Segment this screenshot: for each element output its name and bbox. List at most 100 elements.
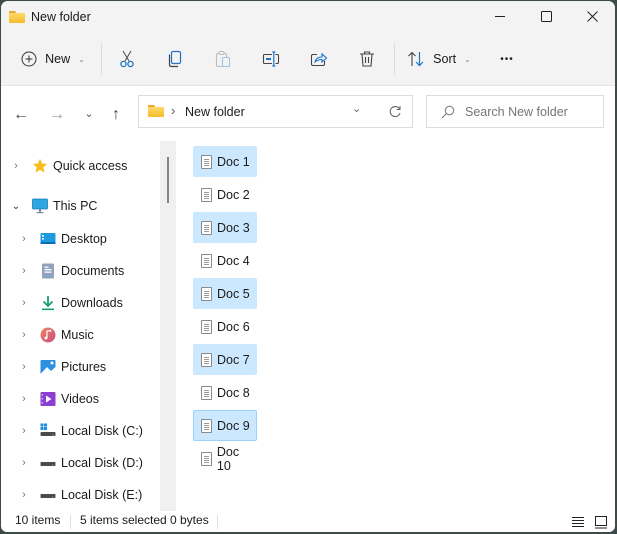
text-document-icon [201, 385, 212, 400]
refresh-icon[interactable] [388, 105, 402, 119]
rename-icon [262, 51, 280, 67]
status-bar: 10 items 5 items selected 0 bytes [1, 511, 615, 532]
command-bar: New ⌄ Sort ⌄ ••• [1, 41, 615, 77]
sidebar-label: This PC [53, 199, 98, 213]
drive-icon [40, 462, 56, 466]
details-view-icon[interactable] [571, 515, 585, 529]
copy-button[interactable] [161, 41, 189, 77]
pictures-icon [40, 360, 56, 374]
file-item[interactable]: Doc 5 [193, 278, 257, 309]
sidebar-item-local-disk-c[interactable]: › Local Disk (C:) [1, 419, 159, 443]
chevron-right-icon[interactable]: › [19, 451, 29, 475]
text-document-icon [201, 451, 212, 466]
file-name: Doc 2 [217, 187, 250, 202]
selection-size: 0 bytes [170, 513, 209, 527]
new-button[interactable]: New ⌄ [15, 41, 91, 77]
cut-button[interactable] [113, 41, 141, 77]
minimize-button[interactable] [477, 1, 523, 31]
file-item[interactable]: Doc 3 [193, 212, 257, 243]
more-options-button[interactable]: ••• [491, 41, 523, 77]
address-history-chevron-icon[interactable]: ⌄ [352, 102, 361, 115]
sidebar-item-quick-access[interactable]: › Quick access [1, 154, 159, 178]
status-divider [217, 515, 218, 529]
address-bar[interactable]: › New folder ⌄ [138, 95, 413, 128]
sidebar-item-desktop[interactable]: › Desktop [1, 227, 159, 251]
window-title-area: New folder [9, 8, 91, 26]
file-item[interactable]: Doc 10 [193, 443, 257, 474]
trash-icon [360, 51, 374, 67]
scrollbar-thumb[interactable] [167, 157, 169, 203]
chevron-down-icon: ⌄ [464, 54, 471, 64]
window-title: New folder [31, 10, 91, 24]
recent-locations-button[interactable]: ⌄ [77, 96, 101, 130]
chevron-right-icon[interactable]: › [19, 259, 29, 283]
sidebar-item-this-pc[interactable]: ⌄ This PC [1, 194, 159, 218]
text-document-icon [201, 154, 212, 169]
maximize-button[interactable] [523, 1, 569, 31]
close-button[interactable] [569, 1, 615, 31]
arrow-right-icon: → [49, 106, 65, 123]
sidebar-label: Local Disk (D:) [61, 456, 143, 470]
chevron-right-icon[interactable]: › [19, 227, 29, 251]
back-button[interactable]: ← [9, 98, 33, 132]
arrow-up-icon: ↑ [112, 106, 120, 123]
file-name: Doc 7 [217, 352, 250, 367]
large-icons-view-icon[interactable] [594, 515, 608, 529]
navigation-pane-scrollbar[interactable] [160, 141, 176, 511]
sidebar-label: Local Disk (C:) [61, 424, 143, 438]
chevron-right-icon[interactable]: › [19, 483, 29, 507]
file-name: Doc 4 [217, 253, 250, 268]
file-name: Doc 3 [217, 220, 250, 235]
up-button[interactable]: ↑ [104, 98, 128, 132]
file-item[interactable]: Doc 9 [193, 410, 257, 441]
file-item[interactable]: Doc 6 [193, 311, 257, 342]
search-input[interactable] [465, 102, 599, 121]
plus-circle-icon [21, 51, 37, 67]
selection-count: 5 items selected [80, 513, 167, 527]
scissors-icon [120, 50, 134, 68]
forward-button[interactable]: → [45, 98, 69, 132]
sidebar-item-videos[interactable]: › Videos [1, 387, 159, 411]
sort-button[interactable]: Sort ⌄ [405, 41, 473, 77]
file-name: Doc 8 [217, 385, 250, 400]
sidebar-label: Documents [61, 264, 125, 278]
chevron-right-icon[interactable]: › [19, 323, 29, 347]
file-item[interactable]: Doc 8 [193, 377, 257, 408]
sidebar-label: Local Disk (E:) [61, 488, 143, 502]
sidebar-item-music[interactable]: › Music [1, 323, 159, 347]
text-document-icon [201, 418, 212, 433]
chevron-right-icon[interactable]: › [19, 419, 29, 443]
chevron-right-icon[interactable]: › [19, 387, 29, 411]
desktop-icon [40, 233, 56, 244]
file-item[interactable]: Doc 2 [193, 179, 257, 210]
file-item[interactable]: Doc 4 [193, 245, 257, 276]
status-divider [70, 515, 71, 529]
share-button[interactable] [305, 41, 333, 77]
rename-button[interactable] [257, 41, 285, 77]
sidebar-item-local-disk-d[interactable]: › Local Disk (D:) [1, 451, 159, 475]
sidebar-item-pictures[interactable]: › Pictures [1, 355, 159, 379]
chevron-right-icon[interactable]: › [19, 291, 29, 315]
search-box[interactable] [426, 95, 604, 128]
sort-label: Sort [433, 52, 457, 66]
new-label: New [45, 52, 71, 66]
title-and-command-bar: New folder New ⌄ Sort ⌄ ••• [1, 1, 615, 86]
paste-button[interactable] [209, 41, 237, 77]
file-name: Doc 10 [216, 444, 240, 473]
breadcrumb-new-folder[interactable]: New folder [185, 105, 245, 119]
text-document-icon [201, 286, 212, 301]
chevron-down-icon[interactable]: ⌄ [11, 194, 21, 218]
sidebar-item-downloads[interactable]: › Downloads [1, 291, 159, 315]
sidebar-item-documents[interactable]: › Documents [1, 259, 159, 283]
toolbar-divider [394, 43, 395, 75]
delete-button[interactable] [353, 41, 381, 77]
chevron-right-icon[interactable]: › [11, 154, 21, 178]
chevron-right-icon[interactable]: › [19, 355, 29, 379]
file-item[interactable]: Doc 7 [193, 344, 257, 375]
sidebar-label: Desktop [61, 232, 107, 246]
file-item[interactable]: Doc 1 [193, 146, 257, 177]
breadcrumb-separator-icon: › [171, 103, 176, 118]
sidebar-item-local-disk-e[interactable]: › Local Disk (E:) [1, 483, 159, 507]
copy-icon [168, 50, 182, 68]
chevron-down-icon: ⌄ [84, 107, 94, 120]
